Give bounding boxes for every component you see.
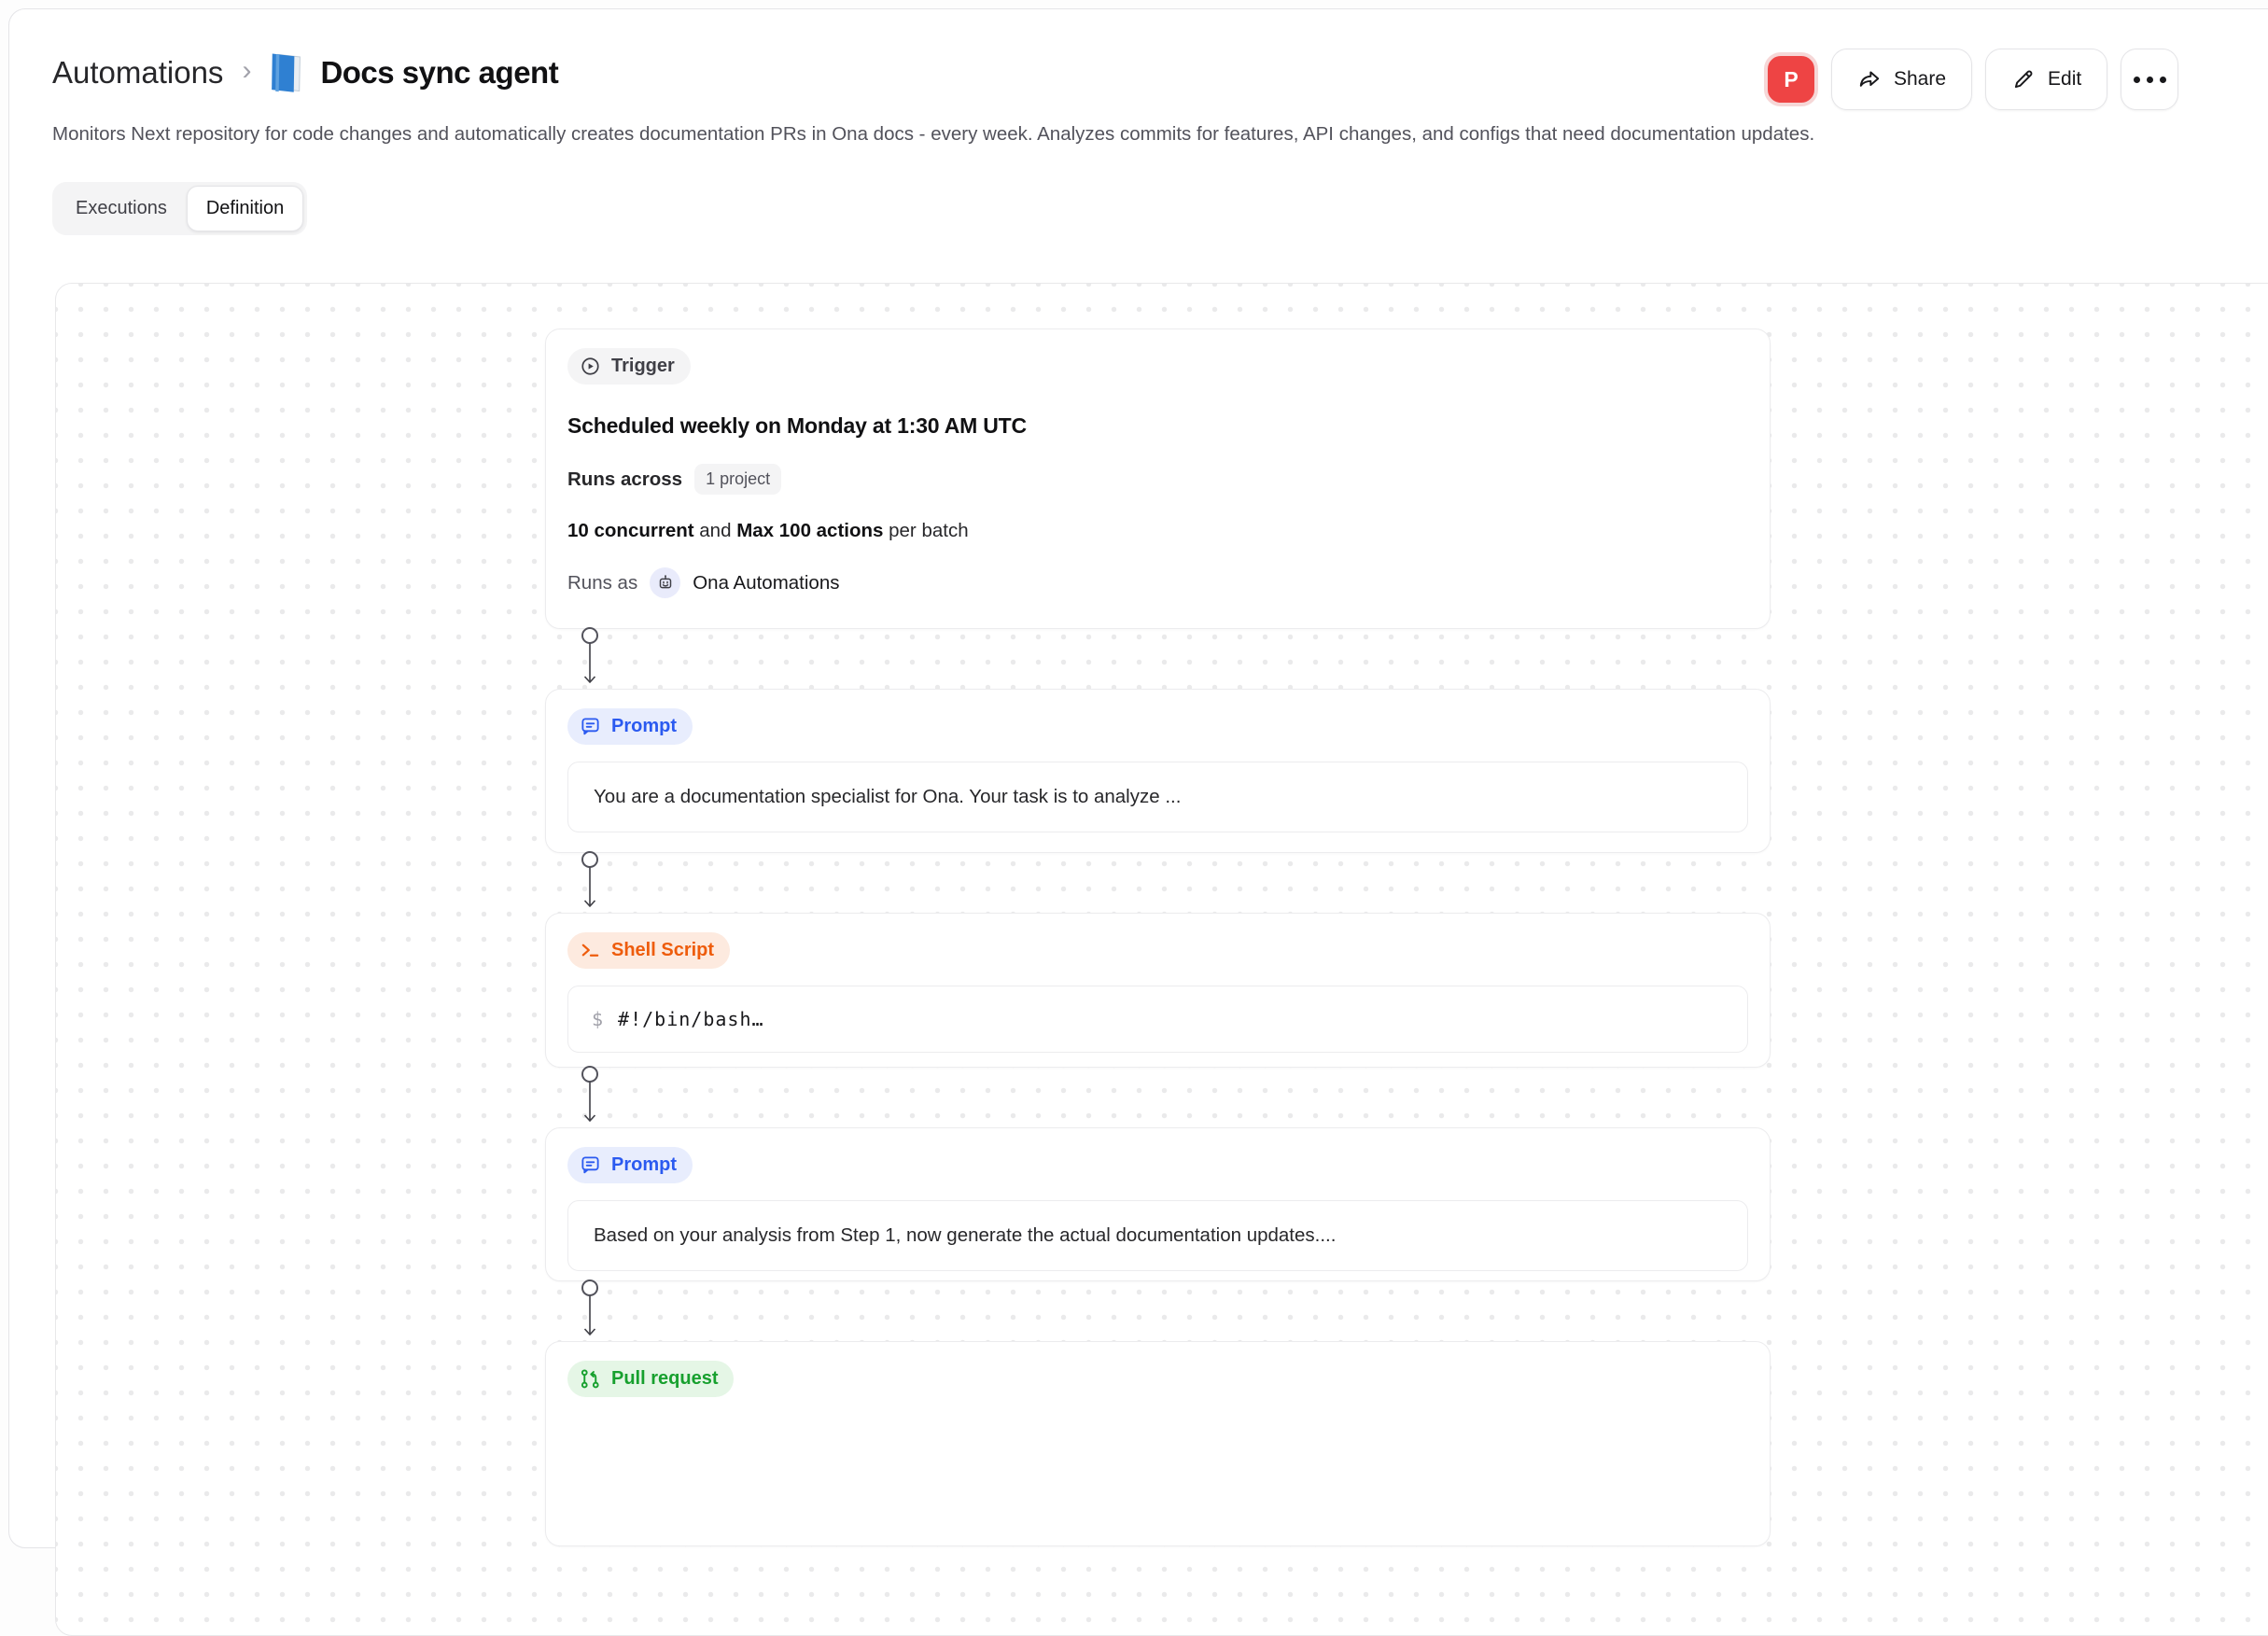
header-actions: P Share Edit [1764,49,2178,110]
automation-description: Monitors Next repository for code change… [52,123,1814,146]
runs-across-label: Runs across [567,468,682,491]
breadcrumb-automations-link[interactable]: Automations [52,55,223,91]
share-button[interactable]: Share [1831,49,1972,110]
ellipsis-icon [2134,77,2166,83]
share-button-label: Share [1894,68,1946,91]
tab-definition[interactable]: Definition [187,186,303,231]
prompt-node-card-1[interactable]: Prompt You are a documentation specialis… [545,689,1771,853]
shell-badge-label: Shell Script [611,940,714,961]
connector-arrow-icon [578,625,602,689]
view-tabs: Executions Definition [52,182,307,235]
share-icon [1857,67,1882,91]
flow-canvas[interactable]: Trigger Scheduled weekly on Monday at 1:… [55,283,2268,1636]
prompt-badge-label: Prompt [611,1154,677,1176]
prompt-text-field-1[interactable]: You are a documentation specialist for O… [567,762,1748,832]
shell-prompt-symbol: $ [592,1008,603,1030]
connector-arrow-icon [578,849,602,913]
terminal-icon [580,940,601,961]
pull-request-badge-label: Pull request [611,1368,718,1390]
ona-automations-avatar [650,567,680,598]
page-title: Docs sync agent [320,55,558,91]
shell-script-node-card[interactable]: Shell Script $ #!/bin/bash… [545,913,1771,1068]
prompt-node-card-2[interactable]: Prompt Based on your analysis from Step … [545,1127,1771,1281]
runs-as-row: Runs as Ona Automations [567,567,1748,598]
prompt-badge: Prompt [567,708,693,745]
connector-arrow-icon [578,1278,602,1341]
connector [545,1281,1771,1341]
edit-button[interactable]: Edit [1985,49,2107,110]
prompt-text-field-2[interactable]: Based on your analysis from Step 1, now … [567,1200,1748,1271]
concurrency-suffix: per batch [883,520,968,541]
trigger-badge: Trigger [567,348,691,385]
concurrency-join: and [694,520,737,541]
pencil-icon [2011,67,2036,91]
prompt-bubble-icon [580,1154,601,1176]
prompt-badge: Prompt [567,1147,693,1183]
edit-button-label: Edit [2048,68,2081,91]
runs-as-value: Ona Automations [693,572,839,594]
main-panel: Automations › Docs sync agent P Share Ed… [8,8,2268,1548]
connector-arrow-icon [578,1064,602,1127]
breadcrumb: Automations › Docs sync agent [52,47,558,99]
runs-as-label: Runs as [567,572,637,594]
tab-executions[interactable]: Executions [56,186,187,231]
shell-script-text: #!/bin/bash… [618,1008,764,1030]
connector [545,853,1771,913]
prompt-badge-label: Prompt [611,716,677,737]
concurrency-row: 10 concurrent and Max 100 actions per ba… [567,520,1748,542]
connector [545,629,1771,689]
shell-script-field[interactable]: $ #!/bin/bash… [567,986,1748,1053]
max-actions-value: Max 100 actions [736,520,883,541]
trigger-badge-label: Trigger [611,356,675,377]
avatar[interactable]: P [1764,52,1818,106]
runs-across-row: Runs across 1 project [567,464,1748,495]
book-icon [270,51,305,93]
shell-script-badge: Shell Script [567,932,730,969]
breadcrumb-chevron-icon: › [240,55,253,91]
connector [545,1068,1771,1127]
play-circle-icon [580,356,601,377]
project-count-pill[interactable]: 1 project [694,464,781,495]
pull-request-icon [580,1368,601,1390]
pull-request-node-card[interactable]: Pull request [545,1341,1771,1546]
robot-icon [655,573,676,594]
trigger-schedule-title: Scheduled weekly on Monday at 1:30 AM UT… [567,413,1748,439]
flow-column: Trigger Scheduled weekly on Monday at 1:… [545,329,1771,1546]
concurrent-value: 10 concurrent [567,520,694,541]
prompt-bubble-icon [580,716,601,737]
more-button[interactable] [2121,49,2178,110]
trigger-node-card[interactable]: Trigger Scheduled weekly on Monday at 1:… [545,329,1771,629]
pull-request-badge: Pull request [567,1361,734,1397]
